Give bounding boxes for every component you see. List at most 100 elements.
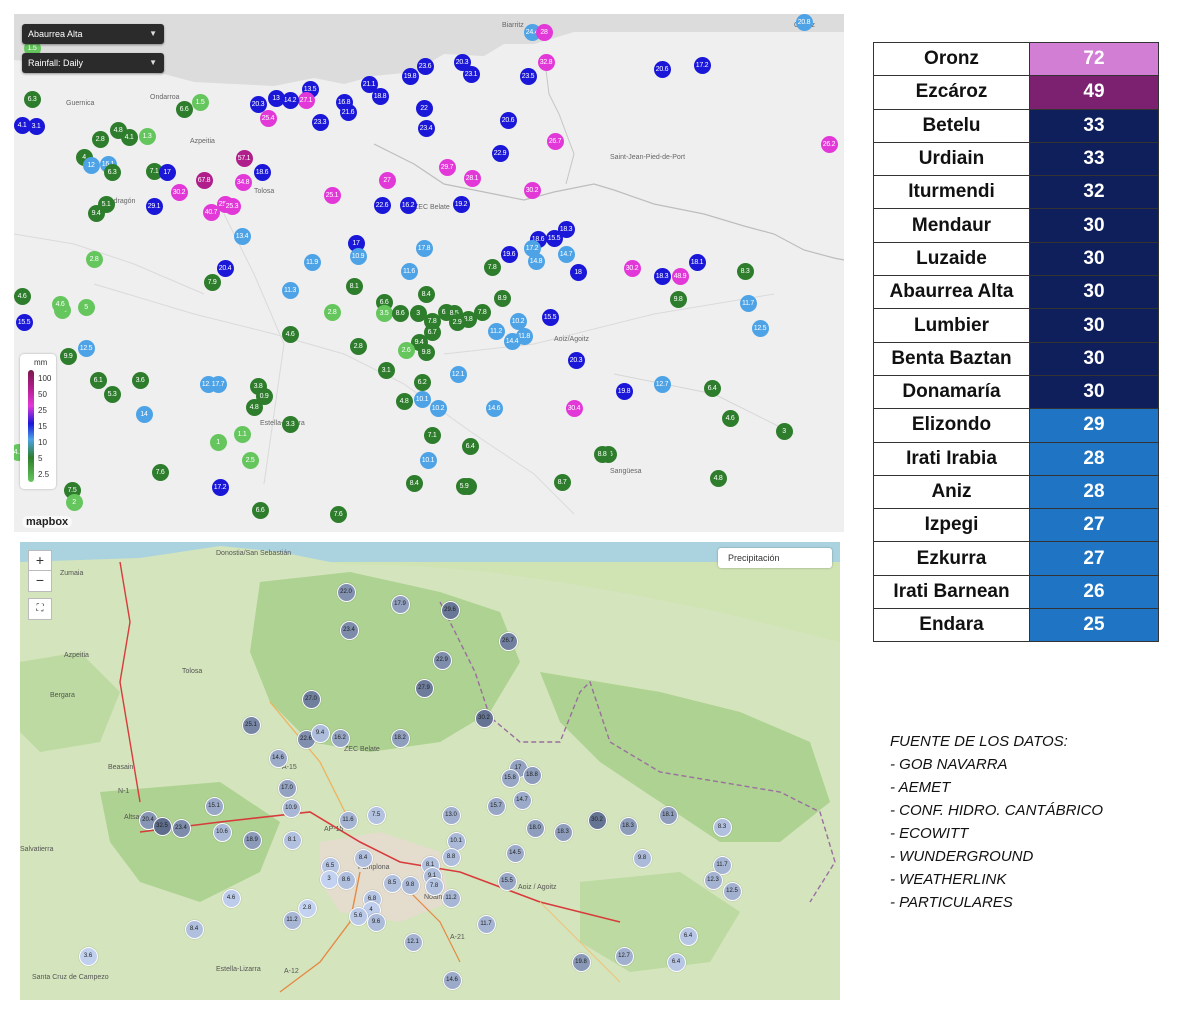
station-marker[interactable]: 14.4 xyxy=(503,332,521,350)
station-marker[interactable]: 19.8 xyxy=(615,382,633,400)
station-marker[interactable]: 2.8 xyxy=(323,303,341,321)
station-marker[interactable]: 22.9 xyxy=(432,650,452,670)
station-marker[interactable]: 28 xyxy=(535,23,553,41)
variable-select[interactable]: Rainfall: Daily ▼ xyxy=(22,53,164,73)
station-marker[interactable]: 5.6 xyxy=(348,906,368,926)
station-marker[interactable]: 5.3 xyxy=(103,385,121,403)
station-marker[interactable]: 18.6 xyxy=(253,163,271,181)
station-marker[interactable]: 9.6 xyxy=(366,912,386,932)
station-marker[interactable]: 30.2 xyxy=(587,810,607,830)
station-marker[interactable]: 12.5 xyxy=(77,339,95,357)
station-marker[interactable]: 19.8 xyxy=(571,952,591,972)
station-marker[interactable]: 18.3 xyxy=(618,816,638,836)
station-marker[interactable]: 18.0 xyxy=(525,818,545,838)
station-marker[interactable]: 30.2 xyxy=(523,181,541,199)
station-marker[interactable]: 7.6 xyxy=(151,463,169,481)
station-marker[interactable]: 1 xyxy=(209,433,227,451)
station-marker[interactable]: 7.8 xyxy=(424,876,444,896)
station-marker[interactable]: 23.1 xyxy=(462,65,480,83)
station-marker[interactable]: 12.7 xyxy=(653,375,671,393)
station-marker[interactable]: 23.4 xyxy=(171,818,191,838)
station-marker[interactable]: 22.9 xyxy=(491,144,509,162)
station-marker[interactable]: 9.4 xyxy=(310,723,330,743)
station-marker[interactable]: 4.8 xyxy=(709,469,727,487)
station-marker[interactable]: 17.2 xyxy=(523,239,541,257)
station-marker[interactable]: 10.2 xyxy=(429,399,447,417)
station-marker[interactable]: 9.9 xyxy=(59,347,77,365)
station-marker[interactable]: 17.9 xyxy=(390,594,410,614)
station-marker[interactable]: 23.6 xyxy=(416,57,434,75)
station-marker[interactable]: 1.3 xyxy=(138,127,156,145)
station-marker[interactable]: 10.9 xyxy=(349,247,367,265)
station-marker[interactable]: 30.4 xyxy=(565,399,583,417)
station-marker[interactable]: 13.0 xyxy=(441,805,461,825)
station-marker[interactable]: 8.4 xyxy=(184,919,204,939)
station-marker[interactable]: 5 xyxy=(77,298,95,316)
station-marker[interactable]: 13.4 xyxy=(233,227,251,245)
station-marker[interactable]: 11.2 xyxy=(441,888,461,908)
station-marker[interactable]: 28.1 xyxy=(463,169,481,187)
station-marker[interactable]: 14.7 xyxy=(512,790,532,810)
station-marker[interactable]: 18.3 xyxy=(553,822,573,842)
station-marker[interactable]: 18.1 xyxy=(688,253,706,271)
station-marker[interactable]: 22.6 xyxy=(373,196,391,214)
station-marker[interactable]: 40.7 xyxy=(202,203,220,221)
station-marker[interactable]: 67.8 xyxy=(195,171,213,189)
station-marker[interactable]: 10.1 xyxy=(413,390,431,408)
station-marker[interactable]: 16.2 xyxy=(330,728,350,748)
rainfall-map-top[interactable]: BiarritzOrthezOndarroaGuernicaAzpeitiaTo… xyxy=(14,14,844,532)
station-marker[interactable]: 17.2 xyxy=(211,478,229,496)
station-marker[interactable]: 27.0 xyxy=(301,689,321,709)
station-marker[interactable]: 14 xyxy=(135,405,153,423)
station-marker[interactable]: 2.8 xyxy=(85,250,103,268)
station-marker[interactable]: 15.8 xyxy=(500,768,520,788)
station-marker[interactable]: 3.6 xyxy=(131,371,149,389)
station-marker[interactable]: 6.2 xyxy=(413,373,431,391)
station-marker[interactable]: 17.8 xyxy=(415,239,433,257)
station-marker[interactable]: 3.1 xyxy=(27,117,45,135)
station-marker[interactable]: 7.9 xyxy=(203,273,221,291)
station-marker[interactable]: 10.9 xyxy=(281,798,301,818)
station-marker[interactable]: 6.3 xyxy=(23,90,41,108)
station-marker[interactable]: 9.8 xyxy=(632,848,652,868)
station-marker[interactable]: 11.6 xyxy=(338,810,358,830)
station-marker[interactable]: 14.7 xyxy=(557,245,575,263)
station-marker[interactable]: 6.1 xyxy=(89,371,107,389)
station-marker[interactable]: 29.1 xyxy=(145,197,163,215)
station-marker[interactable]: 1.1 xyxy=(233,425,251,443)
station-marker[interactable]: 23.4 xyxy=(339,620,359,640)
station-marker[interactable]: 9.4 xyxy=(87,204,105,222)
station-marker[interactable]: 12 xyxy=(82,156,100,174)
station-marker[interactable]: 8.6 xyxy=(391,304,409,322)
station-marker[interactable]: 13 xyxy=(267,89,285,107)
station-marker[interactable]: 19.6 xyxy=(500,245,518,263)
station-marker[interactable]: 4.6 xyxy=(14,287,31,305)
station-marker[interactable]: 17 xyxy=(158,163,176,181)
station-marker[interactable]: 2.8 xyxy=(349,337,367,355)
station-marker[interactable]: 10.6 xyxy=(212,822,232,842)
station-marker[interactable]: 15.5 xyxy=(545,229,563,247)
station-marker[interactable]: 19.8 xyxy=(401,67,419,85)
station-marker[interactable]: 34.8 xyxy=(234,173,252,191)
station-marker[interactable]: 3 xyxy=(775,422,793,440)
station-marker[interactable]: 20.6 xyxy=(499,111,517,129)
station-marker[interactable]: 4.6 xyxy=(721,409,739,427)
station-marker[interactable]: 27.9 xyxy=(414,678,434,698)
station-marker[interactable]: 18 xyxy=(569,263,587,281)
station-marker[interactable]: 8.5 xyxy=(382,873,402,893)
station-marker[interactable]: 18.9 xyxy=(242,830,262,850)
station-marker[interactable]: 18.1 xyxy=(658,805,678,825)
station-marker[interactable]: 17.7 xyxy=(209,375,227,393)
station-marker[interactable]: 26.7 xyxy=(498,631,518,651)
zoom-out-button[interactable]: − xyxy=(28,570,52,592)
station-marker[interactable]: 2.6 xyxy=(397,341,415,359)
station-marker[interactable]: 25.1 xyxy=(323,186,341,204)
station-marker[interactable]: 8.6 xyxy=(336,870,356,890)
station-marker[interactable]: 57.1 xyxy=(235,149,253,167)
fullscreen-icon[interactable]: ⛶ xyxy=(28,598,52,620)
station-marker[interactable]: 1.5 xyxy=(191,93,209,111)
station-marker[interactable]: 7.8 xyxy=(473,303,491,321)
station-marker[interactable]: 21.6 xyxy=(339,103,357,121)
station-marker[interactable]: 6.4 xyxy=(461,437,479,455)
station-marker[interactable]: 11.6 xyxy=(400,262,418,280)
